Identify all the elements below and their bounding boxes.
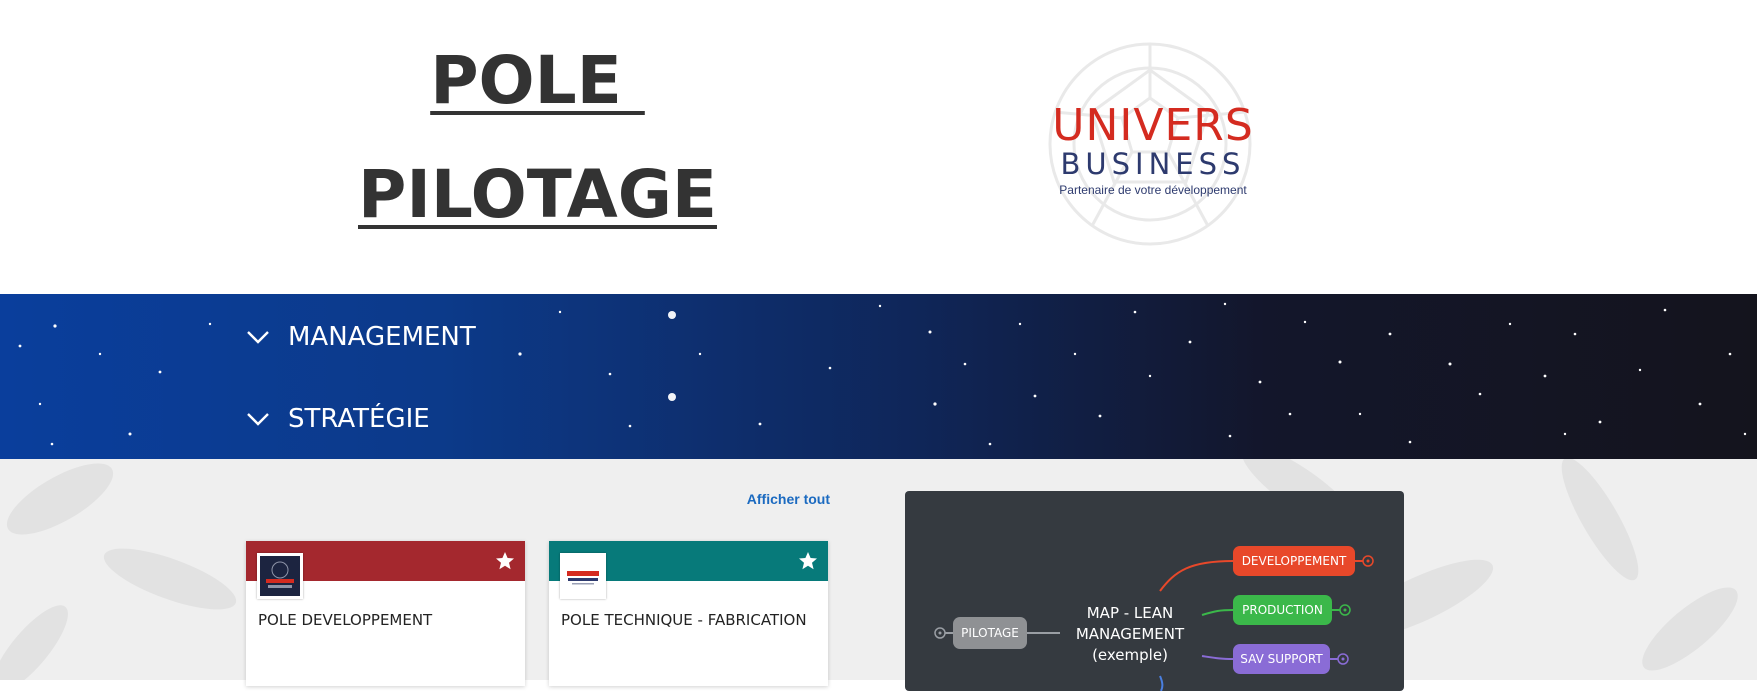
logo-wordmark-univers: UNIVERS — [1052, 100, 1254, 151]
chevron-down-icon — [247, 413, 269, 426]
card-thumbnail — [560, 553, 606, 599]
card-pole-technique-fabrication[interactable]: POLE TECHNIQUE - FABRICATION — [549, 541, 828, 686]
logo-wordmark-business: BUSINESS — [1060, 147, 1246, 181]
univers-business-logo: UNIVERS BUSINESS Partenaire de votre dév… — [1040, 40, 1260, 250]
mindmap-node-developpement[interactable]: DEVELOPPEMENT — [1233, 546, 1355, 576]
mindmap-node-production[interactable]: PRODUCTION — [1233, 595, 1332, 625]
mindmap-root-node[interactable]: PILOTAGE — [953, 617, 1027, 649]
card-title: POLE TECHNIQUE - FABRICATION — [561, 611, 807, 629]
chevron-down-icon — [247, 331, 269, 344]
accordion-strategie-label: STRATÉGIE — [288, 404, 430, 434]
card-title: POLE DEVELOPPEMENT — [258, 611, 433, 629]
page-header: POLE PILOTAGE UNIVERS BUSINESS Partenair… — [0, 0, 1757, 294]
mindmap-center-line-1: MAP - LEAN — [1086, 604, 1174, 622]
page-title-line-1: POLE — [430, 42, 645, 119]
mindmap-center-label: MAP - LEAN MANAGEMENT (exemple) — [1060, 603, 1200, 666]
univers-business-mini-logo-icon — [563, 556, 603, 596]
card-thumbnail — [257, 553, 303, 599]
mindmap-center-line-2: MANAGEMENT — [1075, 625, 1185, 643]
accordion-management-label: MANAGEMENT — [288, 322, 476, 352]
mindmap-center-line-3: (exemple) — [1092, 646, 1168, 664]
mindmap-preview[interactable]: PILOTAGE MAP - LEAN MANAGEMENT (exemple)… — [905, 491, 1404, 691]
star-icon[interactable] — [798, 551, 818, 571]
logo-tagline: Partenaire de votre développement — [1059, 183, 1247, 197]
univers-business-mini-logo-icon — [260, 556, 300, 596]
mindmap-node-sav-support[interactable]: SAV SUPPORT — [1233, 644, 1330, 674]
card-pole-developpement[interactable]: POLE DEVELOPPEMENT — [246, 541, 525, 686]
page-title-line-2: PILOTAGE — [358, 156, 717, 233]
accordion-management[interactable]: MANAGEMENT — [246, 317, 476, 357]
star-icon[interactable] — [495, 551, 515, 571]
accordion-strategie[interactable]: STRATÉGIE — [246, 399, 430, 439]
show-all-link[interactable]: Afficher tout — [720, 491, 830, 507]
